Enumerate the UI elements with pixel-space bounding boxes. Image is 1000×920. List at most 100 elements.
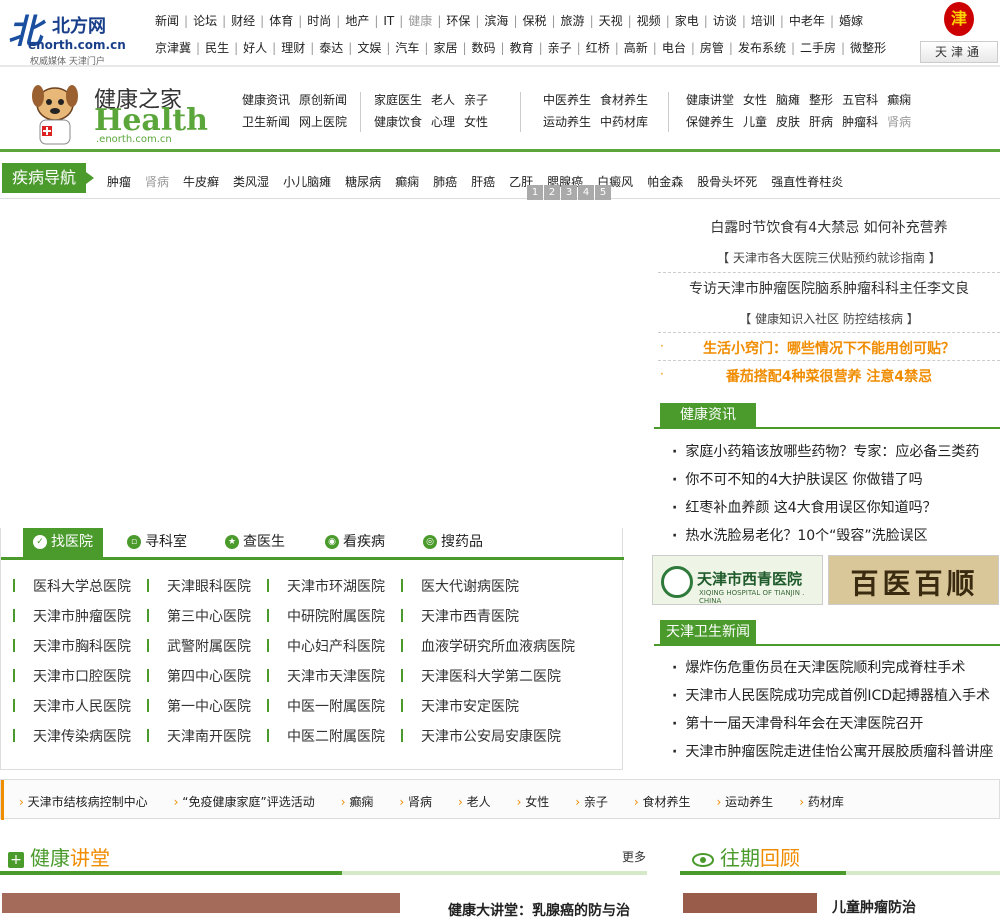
health-link-group4-0-1[interactable]: 女性 [743, 89, 767, 111]
nav-link-nav_row1-6[interactable]: IT [383, 14, 394, 28]
nav-link-nav_row1-12[interactable]: 天视 [599, 12, 623, 29]
nav-link-nav_row2-14[interactable]: 房管 [700, 39, 724, 56]
nav-link-nav_row1-7[interactable]: 健康 [408, 12, 432, 29]
hospital-link[interactable]: 第四中心医院 [147, 666, 251, 686]
health-link-group4-1-4[interactable]: 肿瘤科 [842, 111, 878, 133]
health-link-group4-1-3[interactable]: 肝病 [809, 111, 833, 133]
illness-link-1[interactable]: 肾病 [145, 173, 169, 190]
hospital-link[interactable]: 天津市肿瘤医院 [13, 606, 131, 626]
hospital-link[interactable]: 中医二附属医院 [267, 726, 385, 746]
health-link-group1-0-1[interactable]: 原创新闻 [299, 89, 347, 111]
health-link-group2-1-2[interactable]: 女性 [464, 111, 488, 133]
nav-link-nav_row2-10[interactable]: 亲子 [548, 39, 572, 56]
illness-link-5[interactable]: 糖尿病 [345, 173, 381, 190]
tj-news-item[interactable]: 天津市人民医院成功完成首例ICD起搏器植入手术 [672, 682, 993, 710]
nav-link-nav_row2-13[interactable]: 电台 [662, 39, 686, 56]
review-thumbnail[interactable] [683, 893, 817, 913]
lecture-thumbnail[interactable] [2, 893, 400, 913]
headline-2[interactable]: 专访天津市肿瘤医院脑系肿瘤科科主任李文良 [658, 278, 1000, 298]
nav-link-nav_row2-4[interactable]: 泰达 [319, 39, 343, 56]
nav-link-nav_row2-15[interactable]: 发布系统 [738, 39, 786, 56]
health-link-group3-0-0[interactable]: 中医养生 [543, 89, 591, 111]
orange-headline-2[interactable]: 番茄搭配4种菜很营养 注意4禁忌 [658, 366, 1000, 386]
illness-link-6[interactable]: 癫痫 [395, 173, 419, 190]
nav-link-nav_row1-5[interactable]: 地产 [345, 12, 369, 29]
hospital-link[interactable]: 第三中心医院 [147, 606, 251, 626]
health-link-group3-0-1[interactable]: 食材养生 [600, 89, 648, 111]
health-link-group4-0-4[interactable]: 五官科 [842, 89, 878, 111]
nav-link-nav_row1-11[interactable]: 旅游 [561, 12, 585, 29]
pager-button-1[interactable]: 2 [544, 185, 560, 200]
tj-news-item[interactable]: 天津市肿瘤医院走进佳怡公寓开展胶质瘤科普讲座 [672, 738, 993, 766]
hospital-link[interactable]: 中研院附属医院 [267, 606, 385, 626]
health-link-group4-1-1[interactable]: 儿童 [743, 111, 767, 133]
nav-link-nav_row1-13[interactable]: 视频 [637, 12, 661, 29]
nav-link-nav_row2-3[interactable]: 理财 [281, 39, 305, 56]
pager-button-4[interactable]: 5 [595, 185, 611, 200]
health-link-group4-0-3[interactable]: 整形 [809, 89, 833, 111]
illness-link-13[interactable]: 股骨头坏死 [697, 173, 757, 190]
nav-link-nav_row1-0[interactable]: 新闻 [155, 12, 179, 29]
health-news-item[interactable]: 热水洗脸易老化？10个“毁容”洗脸误区 [672, 522, 979, 550]
site-logo[interactable]: 北 北方网 enorth.com.cn 权威媒体 天津门户 [8, 4, 143, 67]
strip-link-7[interactable]: 食材养生 [634, 793, 691, 810]
hospital-tab-1[interactable]: ▫ 寻科室 [127, 528, 187, 557]
nav-link-nav_row2-6[interactable]: 汽车 [395, 39, 419, 56]
hospital-link[interactable]: 天津市公安局安康医院 [401, 726, 561, 746]
illness-link-12[interactable]: 帕金森 [647, 173, 683, 190]
health-news-item[interactable]: 家庭小药箱该放哪些药物？专家：应必备三类药 [672, 438, 979, 466]
illness-link-3[interactable]: 类风湿 [233, 173, 269, 190]
nav-link-nav_row1-2[interactable]: 财经 [231, 12, 255, 29]
hospital-link[interactable]: 天津市安定医院 [401, 696, 519, 716]
illness-link-7[interactable]: 肺癌 [433, 173, 457, 190]
nav-link-nav_row2-2[interactable]: 好人 [243, 39, 267, 56]
pager-button-0[interactable]: 1 [527, 185, 543, 200]
hospital-link[interactable]: 天津市胸科医院 [13, 636, 131, 656]
hospital-tab-3[interactable]: ◉ 看疾病 [325, 528, 385, 557]
hospital-link[interactable]: 天津南开医院 [147, 726, 251, 746]
headline-1[interactable]: 白露时节饮食有4大禁忌 如何补充营养 [658, 217, 1000, 237]
health-news-title[interactable]: 健康资讯 [660, 403, 756, 427]
hospital-tab-4[interactable]: ◎ 搜药品 [423, 528, 483, 557]
nav-link-nav_row1-4[interactable]: 时尚 [307, 12, 331, 29]
strip-link-1[interactable]: “免疫健康家庭”评选活动 [174, 793, 314, 810]
nav-link-nav_row2-16[interactable]: 二手房 [800, 39, 836, 56]
orange-headline-1[interactable]: 生活小窍门：哪些情况下不能用创可贴？ [658, 338, 1000, 358]
health-link-group1-1-0[interactable]: 卫生新闻 [242, 111, 290, 133]
nav-link-nav_row2-0[interactable]: 京津冀 [155, 39, 191, 56]
nav-link-nav_row1-18[interactable]: 婚嫁 [839, 12, 863, 29]
health-link-group3-1-0[interactable]: 运动养生 [543, 111, 591, 133]
hospital-link[interactable]: 医大代谢病医院 [401, 576, 519, 596]
hospital-link[interactable]: 中医一附属医院 [267, 696, 385, 716]
health-link-group3-1-1[interactable]: 中药材库 [600, 111, 648, 133]
health-news-item[interactable]: 红枣补血养颜 这4大食用误区你知道吗？ [672, 494, 979, 522]
tj-news-title[interactable]: 天津卫生新闻 [660, 620, 756, 644]
hospital-link[interactable]: 血液学研究所血液病医院 [401, 636, 575, 656]
nav-link-nav_row2-7[interactable]: 家居 [433, 39, 457, 56]
illness-link-4[interactable]: 小儿脑瘫 [283, 173, 331, 190]
health-link-group4-1-2[interactable]: 皮肤 [776, 111, 800, 133]
health-link-group1-1-1[interactable]: 网上医院 [299, 111, 347, 133]
strip-link-8[interactable]: 运动养生 [717, 793, 773, 810]
health-link-group4-0-2[interactable]: 脑瘫 [776, 89, 800, 111]
baiyi-ad[interactable]: 百医百顺 [828, 555, 999, 605]
health-link-group2-0-1[interactable]: 老人 [431, 89, 455, 111]
nav-link-nav_row1-14[interactable]: 家电 [675, 12, 699, 29]
nav-link-nav_row1-8[interactable]: 环保 [446, 12, 470, 29]
strip-link-5[interactable]: 女性 [517, 793, 549, 810]
health-link-group4-0-0[interactable]: 健康讲堂 [686, 89, 734, 111]
headline-1-sub[interactable]: 【 天津市各大医院三伏贴预约就诊指南 】 [658, 249, 1000, 266]
tianjin-tong-button[interactable]: 天津通 [920, 41, 998, 63]
health-news-item[interactable]: 你不可不知的4大护肤误区 你做错了吗 [672, 466, 979, 494]
nav-link-nav_row2-12[interactable]: 高新 [624, 39, 648, 56]
illness-link-2[interactable]: 牛皮癣 [183, 173, 219, 190]
nav-link-nav_row2-9[interactable]: 教育 [510, 39, 534, 56]
health-link-group2-0-2[interactable]: 亲子 [464, 89, 488, 111]
health-link-group4-0-5[interactable]: 癫痫 [887, 89, 911, 111]
health-link-group2-1-1[interactable]: 心理 [431, 111, 455, 133]
hospital-link[interactable]: 天津市天津医院 [267, 666, 385, 686]
nav-link-nav_row2-1[interactable]: 民生 [205, 39, 229, 56]
review-snippet[interactable]: 儿童肿瘤防治 [832, 897, 916, 917]
health-link-group4-1-0[interactable]: 保健养生 [686, 111, 734, 133]
strip-link-9[interactable]: 药材库 [799, 793, 844, 810]
